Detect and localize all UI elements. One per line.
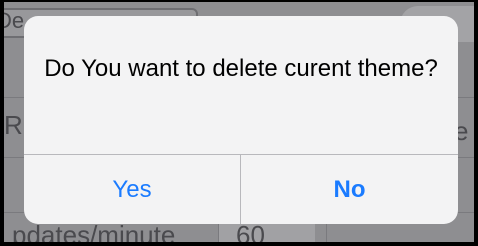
no-button[interactable]: No (241, 155, 458, 224)
screen: De Remo e pdates/minute 60 Do You want t… (4, 2, 474, 242)
delete-theme-alert: Do You want to delete curent theme? Yes … (24, 16, 458, 224)
background-top-label: De (4, 8, 25, 33)
alert-message: Do You want to delete curent theme? (44, 55, 438, 82)
yes-button[interactable]: Yes (24, 155, 240, 224)
